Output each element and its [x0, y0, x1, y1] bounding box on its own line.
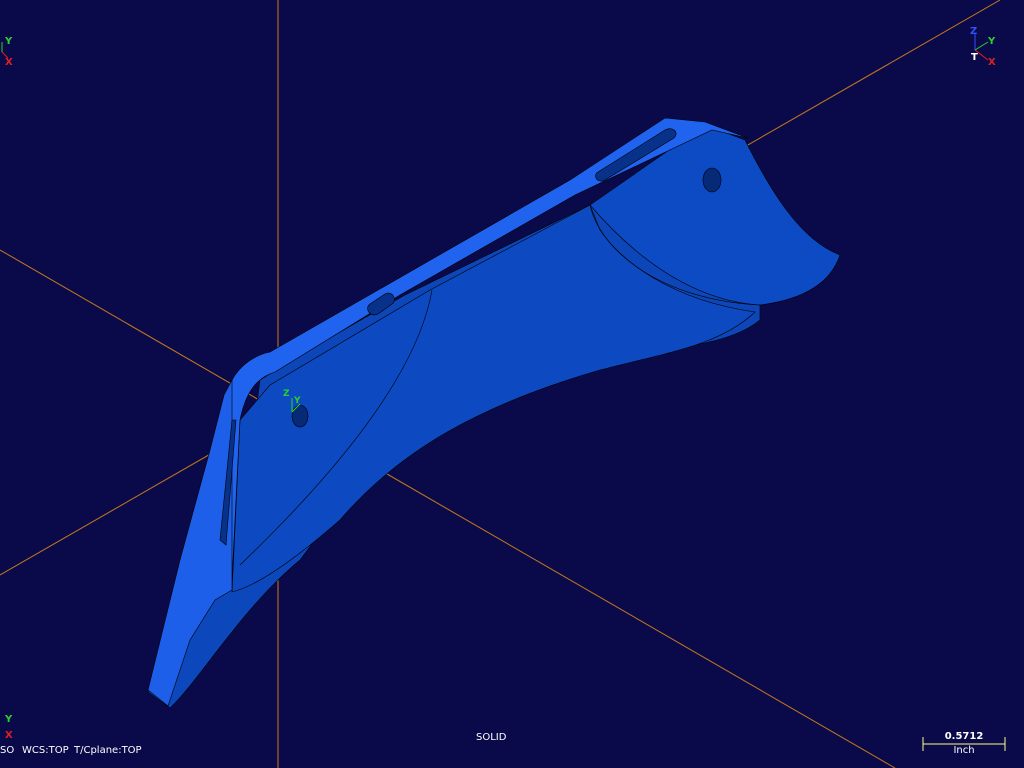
triad-top-right-z-label: Z: [970, 26, 978, 37]
hole-left[interactable]: [291, 404, 309, 428]
status-mode: SOLID: [476, 732, 507, 743]
hole-right[interactable]: [702, 167, 722, 193]
scale-indicator: 0.5712 Inch: [922, 731, 1006, 757]
solid-part[interactable]: [147, 117, 841, 709]
triad-top-left-x-label: X: [5, 57, 13, 68]
status-wcs: WCS:TOP: [22, 745, 69, 756]
triad-bottom-left-x-label: X: [5, 730, 13, 741]
triad-top-right-y-label: Y: [988, 36, 996, 47]
triad-part-y-label: Y: [294, 396, 301, 406]
graphics-viewport[interactable]: [0, 0, 1024, 768]
status-tcplane: T/Cplane:TOP: [74, 745, 142, 756]
triad-top-right-t-label: T: [971, 52, 978, 63]
status-view: SO: [0, 745, 15, 756]
triad-bottom-left-y-label: Y: [5, 714, 13, 725]
scale-unit: Inch: [953, 745, 975, 756]
triad-top-left-y-label: Y: [5, 36, 13, 47]
triad-part-z-label: Z: [283, 389, 290, 399]
scale-value: 0.5712: [944, 731, 984, 742]
triad-top-right-x-label: X: [988, 57, 996, 68]
